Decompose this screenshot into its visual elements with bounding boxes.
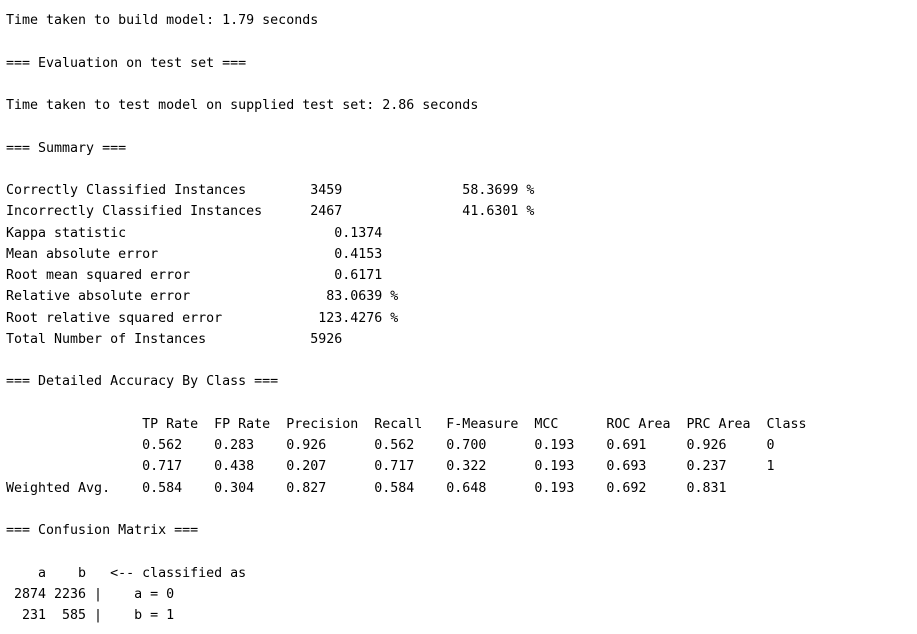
output-line: Incorrectly Classified Instances 2467 41… <box>6 204 535 220</box>
output-line: Time taken to test model on supplied tes… <box>6 98 479 113</box>
output-line: 2874 2236 | a = 0 <box>6 586 175 602</box>
output-line: === Evaluation on test set === <box>6 55 247 71</box>
output-line: Root relative squared error 123.4276 % <box>6 310 399 326</box>
output-line: === Detailed Accuracy By Class === <box>6 374 279 390</box>
output-line: Kappa statistic 0.1374 <box>6 225 383 241</box>
output-line: 0.717 0.438 0.207 0.717 0.322 0.193 0.69… <box>6 459 775 475</box>
output-line: === Summary === <box>6 140 127 156</box>
output-line: Relative absolute error 83.0639 % <box>6 289 399 305</box>
output-line: Correctly Classified Instances 3459 58.3… <box>6 183 535 198</box>
output-line: 0.562 0.283 0.926 0.562 0.700 0.193 0.69… <box>6 438 775 453</box>
output-line: Total Number of Instances 5926 <box>6 331 383 347</box>
output-line: TP Rate FP Rate Precision Recall F-Measu… <box>6 416 807 432</box>
classifier-output-text: Time taken to build model: 1.79 seconds … <box>6 10 807 626</box>
output-line: === Confusion Matrix === <box>6 523 199 538</box>
output-line: Time taken to build model: 1.79 seconds <box>6 13 319 28</box>
output-line: 231 585 | b = 1 <box>6 608 175 623</box>
output-line: Weighted Avg. 0.584 0.304 0.827 0.584 0.… <box>6 480 767 496</box>
output-line: Mean absolute error 0.4153 <box>6 246 383 262</box>
output-line: a b <-- classified as <box>6 565 247 581</box>
output-line: Root mean squared error 0.6171 <box>6 268 383 283</box>
